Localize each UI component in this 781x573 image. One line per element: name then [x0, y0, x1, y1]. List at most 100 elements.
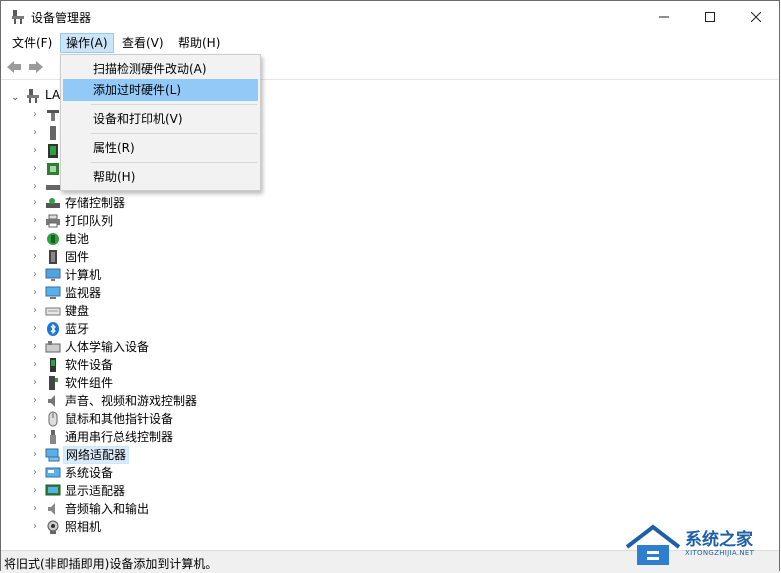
close-button[interactable] [733, 1, 779, 33]
tree-item[interactable]: › 键盘 [1, 302, 779, 320]
monitor-icon [45, 286, 61, 299]
forward-arrow-icon [29, 61, 43, 73]
menu-help[interactable]: 帮助(H) [173, 33, 225, 53]
chevron-right-icon[interactable]: › [30, 378, 40, 388]
tree-item[interactable]: › 存储控制器 [1, 194, 779, 212]
tree-item-label: 电池 [65, 232, 90, 246]
tree-item-label: 人体学输入设备 [65, 340, 150, 354]
tree-item-label: 软件设备 [65, 358, 114, 372]
tree-item[interactable]: › 软件设备 [1, 356, 779, 374]
tree-item-label: 显示适配器 [65, 484, 126, 498]
chevron-right-icon[interactable]: › [30, 432, 40, 442]
tree-item-label: 打印队列 [65, 214, 114, 228]
action-menu-dropdown: 扫描检测硬件改动(A) 添加过时硬件(L) 设备和打印机(V) 属性(R) 帮助… [60, 54, 261, 191]
firmware-icon [49, 250, 57, 264]
audio-processing-icon [47, 110, 59, 121]
chevron-right-icon[interactable]: › [30, 360, 40, 370]
tree-item-label: 软件组件 [65, 376, 114, 390]
chevron-right-icon[interactable]: › [30, 128, 40, 138]
menu-file[interactable]: 文件(F) [7, 33, 57, 53]
watermark-brand: 系统之家 [685, 530, 753, 550]
chevron-right-icon[interactable]: › [30, 252, 40, 262]
tree-item[interactable]: › 计算机 [1, 266, 779, 284]
tree-item[interactable]: › 监视器 [1, 284, 779, 302]
tree-item[interactable]: › 系统设备 [1, 464, 779, 482]
chevron-right-icon[interactable]: › [30, 486, 40, 496]
tree-item-label: 通用串行总线控制器 [65, 430, 174, 444]
chevron-right-icon[interactable]: › [30, 324, 40, 334]
window-title: 设备管理器 [31, 11, 92, 25]
menu-item-scan-hardware[interactable]: 扫描检测硬件改动(A) [63, 58, 258, 80]
tree-root-label: LA [45, 88, 61, 102]
tree-item-label: 计算机 [65, 268, 102, 282]
tree-item-label: 存储控制器 [65, 196, 126, 210]
chevron-down-icon[interactable]: ⌄ [11, 92, 19, 103]
usb-icon [50, 430, 56, 444]
chevron-right-icon[interactable]: › [30, 216, 40, 226]
tree-item[interactable]: › 声音、视频和游戏控制器 [1, 392, 779, 410]
tree-item-label: 音频输入和输出 [65, 502, 150, 516]
mouse-icon [48, 411, 58, 427]
status-text: 将旧式(非即插即用)设备添加到计算机。 [4, 557, 218, 571]
menu-action[interactable]: 操作(A) [60, 33, 114, 53]
tree-item[interactable]: › 电池 [1, 230, 779, 248]
tree-item-selected[interactable]: › 网络适配器 [1, 446, 779, 464]
usb-device-icon [50, 126, 56, 140]
menu-item-help[interactable]: 帮助(H) [63, 166, 258, 188]
chevron-right-icon[interactable]: › [30, 468, 40, 478]
speaker-icon [48, 395, 55, 407]
tree-item-label: 照相机 [65, 520, 102, 534]
bluetooth-icon [47, 322, 59, 336]
menu-item-add-legacy-hardware[interactable]: 添加过时硬件(L) [63, 79, 258, 101]
software-device-icon [50, 358, 56, 372]
minimize-icon [659, 16, 669, 18]
chevron-right-icon[interactable]: › [30, 522, 40, 532]
tree-item[interactable]: › 打印队列 [1, 212, 779, 230]
watermark: 系统之家 XITONGZHIJIA.NET [623, 519, 773, 569]
tree-item[interactable]: › 音频输入和输出 [1, 500, 779, 518]
tree-item-label: 系统设备 [65, 466, 114, 480]
chevron-right-icon[interactable]: › [30, 270, 40, 280]
tree-item[interactable]: › 蓝牙 [1, 320, 779, 338]
camera-icon [47, 520, 59, 534]
chevron-right-icon[interactable]: › [30, 146, 40, 156]
chevron-right-icon[interactable]: › [30, 450, 40, 460]
chevron-right-icon[interactable]: › [30, 504, 40, 514]
back-arrow-icon [7, 61, 21, 73]
tree-item-label: 声音、视频和游戏控制器 [65, 394, 198, 408]
menu-separator [91, 104, 257, 105]
menu-view[interactable]: 查看(V) [117, 33, 169, 53]
keyboard-icon [45, 307, 61, 316]
chevron-right-icon[interactable]: › [30, 234, 40, 244]
chevron-right-icon[interactable]: › [30, 110, 40, 120]
chevron-right-icon[interactable]: › [30, 414, 40, 424]
minimize-button[interactable] [641, 1, 687, 33]
chevron-right-icon[interactable]: › [30, 306, 40, 316]
drive-icon [46, 185, 60, 190]
tree-item[interactable]: › 固件 [1, 248, 779, 266]
printer-icon [46, 214, 60, 228]
chevron-right-icon[interactable]: › [30, 164, 40, 174]
chevron-right-icon[interactable]: › [30, 342, 40, 352]
title-bar: 设备管理器 [1, 1, 779, 33]
menu-bar: 文件(F) 操作(A) 查看(V) 帮助(H) [1, 33, 779, 53]
forward-button[interactable] [27, 58, 45, 76]
back-button[interactable] [5, 58, 23, 76]
tree-item[interactable]: › 鼠标和其他指针设备 [1, 410, 779, 428]
chevron-right-icon[interactable]: › [30, 396, 40, 406]
menu-item-properties[interactable]: 属性(R) [63, 137, 258, 159]
tree-item[interactable]: › 人体学输入设备 [1, 338, 779, 356]
chevron-right-icon[interactable]: › [30, 182, 40, 192]
chevron-right-icon[interactable]: › [30, 288, 40, 298]
menu-item-devices-printers[interactable]: 设备和打印机(V) [63, 108, 258, 130]
maximize-button[interactable] [687, 1, 733, 33]
maximize-icon [705, 12, 715, 22]
tree-item[interactable]: › 通用串行总线控制器 [1, 428, 779, 446]
processor-icon [47, 163, 59, 175]
tree-item-label: 鼠标和其他指针设备 [65, 412, 174, 426]
menu-separator [91, 133, 257, 134]
network-adapter-icon [45, 448, 60, 462]
chevron-right-icon[interactable]: › [30, 198, 40, 208]
tree-item[interactable]: › 显示适配器 [1, 482, 779, 500]
tree-item[interactable]: › 软件组件 [1, 374, 779, 392]
